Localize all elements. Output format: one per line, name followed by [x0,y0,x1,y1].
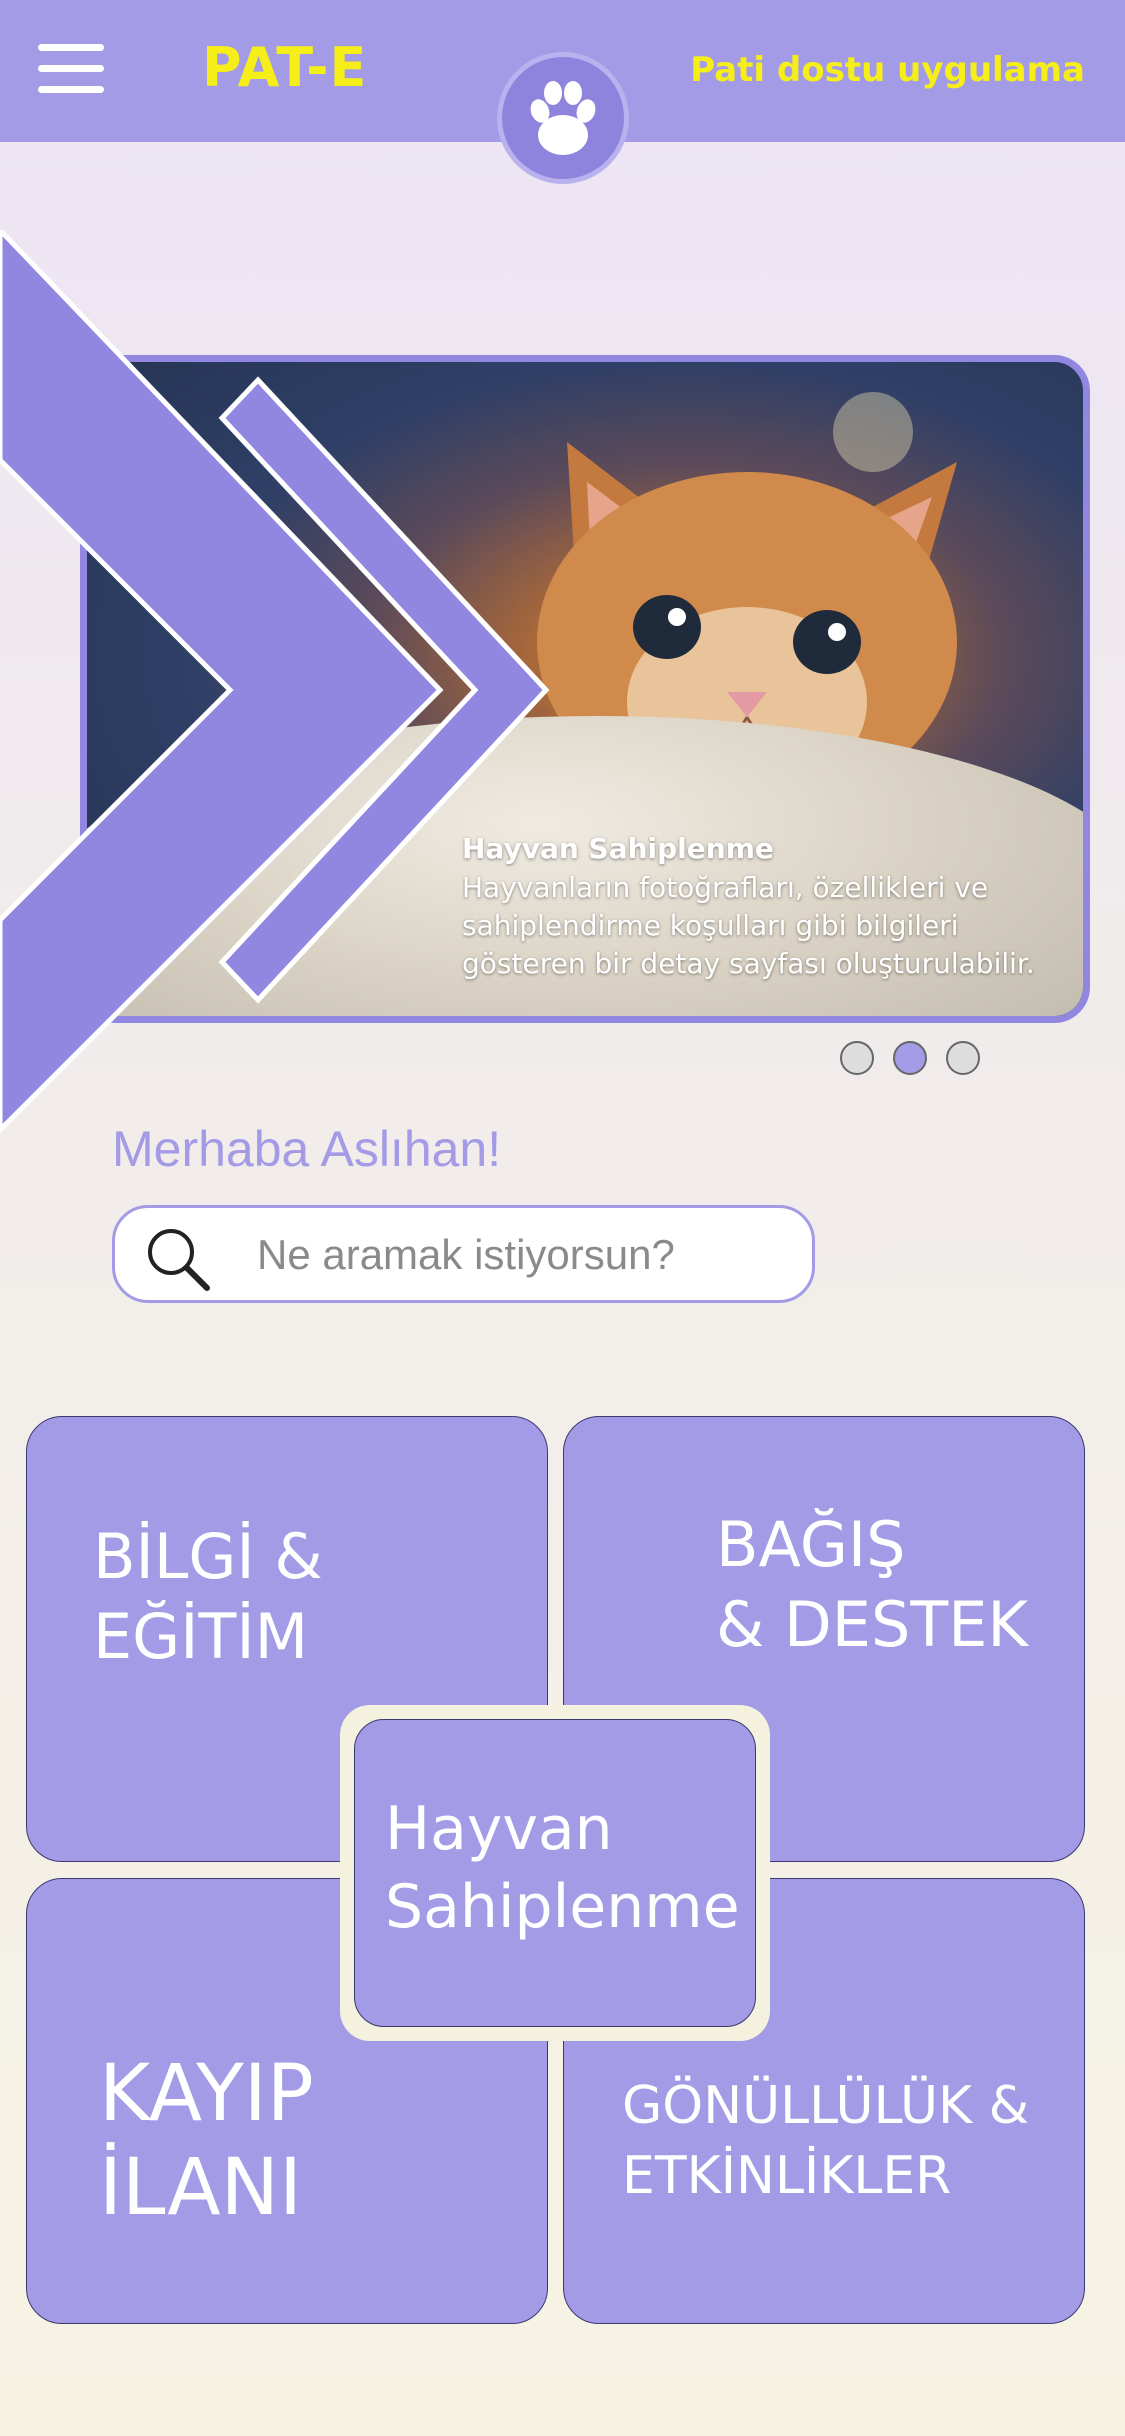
carousel-pagination [840,1041,980,1075]
tile-info-label: BİLGİ & EĞİTİM [93,1520,323,1673]
paw-icon[interactable] [497,52,629,184]
hero-description: Hayvanların fotoğrafları, özellikleri ve… [462,871,1035,980]
tile-adoption[interactable]: Hayvan Sahiplenme [354,1719,756,2027]
app-tagline: Pati dostu uygulama [690,50,1085,90]
center-tile-frame: Hayvan Sahiplenme [340,1705,770,2041]
carousel-dot-3[interactable] [946,1041,980,1075]
search-icon [148,1229,210,1291]
chevron-decoration-icon [0,230,550,1134]
hero-caption: Hayvan Sahiplenme Hayvanların fotoğrafla… [462,832,1082,983]
tile-donate-label: BAĞIŞ & DESTEK [716,1508,1029,1661]
carousel-dot-2[interactable] [893,1041,927,1075]
hero-title: Hayvan Sahiplenme [462,832,774,865]
tile-adoption-label: Hayvan Sahiplenme [385,1794,740,1942]
carousel-dot-1[interactable] [840,1041,874,1075]
app-brand: PAT-E [202,36,368,99]
search-input[interactable] [255,1226,779,1284]
search-bar[interactable] [112,1205,815,1303]
tile-volunteer-label: GÖNÜLLÜLÜK & ETKİNLİKLER [622,2076,1030,2206]
hamburger-menu-icon[interactable] [38,44,104,94]
tile-lost-label: KAYIP İLANI [99,2049,314,2233]
